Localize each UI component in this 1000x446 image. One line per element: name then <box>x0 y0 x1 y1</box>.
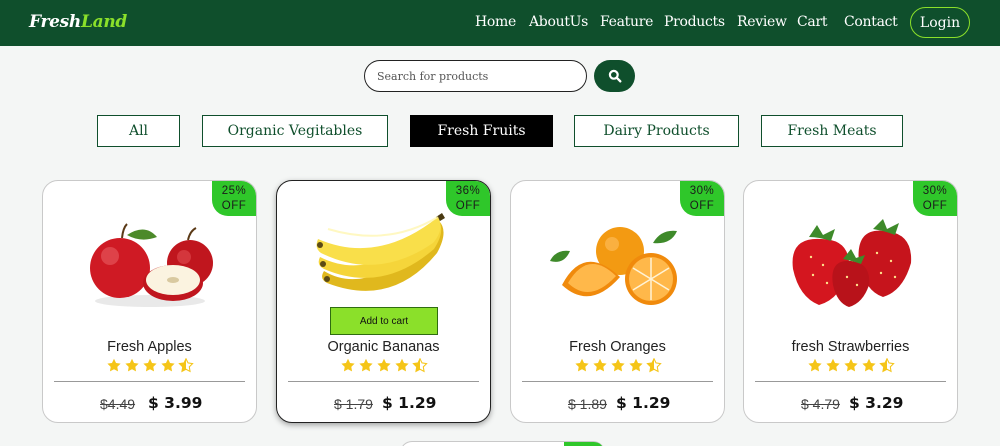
category-fresh-meats[interactable]: Fresh Meats <box>761 115 903 147</box>
product-card-oranges[interactable]: 30% OFF Fresh Oranges $ 1.89 $ 1.29 <box>510 180 725 423</box>
star-icon <box>574 358 589 372</box>
nav-link-cart[interactable]: Cart <box>797 14 827 30</box>
nav-link-aboutus[interactable]: AboutUs <box>529 14 588 30</box>
discount-badge: 25% OFF <box>212 181 256 216</box>
category-all[interactable]: All <box>97 115 180 147</box>
login-button[interactable]: Login <box>910 7 970 38</box>
old-price: $4.49 <box>100 396 136 412</box>
category-organic-vegitables[interactable]: Organic Vegitables <box>202 115 388 147</box>
product-card-apples[interactable]: 25% OFF Fresh Apples $4.49 $ 3.99 <box>42 180 257 423</box>
discount-badge <box>564 442 604 446</box>
strawberry-image <box>792 219 912 307</box>
rating-stars <box>277 358 490 373</box>
brand-word-land: Land <box>80 12 127 32</box>
star-icon <box>807 358 822 372</box>
brand-logo[interactable]: FreshLand <box>29 12 127 32</box>
search-icon <box>608 69 622 83</box>
old-price: $ 1.79 <box>334 396 373 412</box>
product-card-strawberries[interactable]: 30% OFF fresh Strawberries $ 4.79 $ 3.29 <box>743 180 958 423</box>
top-navbar: FreshLand Home AboutUs Feature Products … <box>0 0 1000 46</box>
star-icon <box>160 358 175 372</box>
search-input[interactable] <box>364 60 587 92</box>
price-divider <box>54 381 245 382</box>
product-name: fresh Strawberries <box>791 339 910 355</box>
old-price: $ 4.79 <box>801 396 840 412</box>
product-name: Organic Bananas <box>327 339 440 355</box>
star-icon <box>825 358 840 372</box>
star-icon <box>376 358 391 372</box>
nav-link-review[interactable]: Review <box>737 14 787 30</box>
rating-stars <box>744 358 957 373</box>
rating-stars <box>43 358 256 373</box>
star-icon <box>843 358 858 372</box>
new-price: $ 3.29 <box>849 394 904 412</box>
discount-badge: 30% OFF <box>680 181 724 216</box>
brand-word-fresh: Fresh <box>29 12 81 32</box>
old-price: $ 1.89 <box>568 396 607 412</box>
star-icon <box>592 358 607 372</box>
price-divider <box>522 381 713 382</box>
orange-image <box>550 227 677 305</box>
star-icon <box>106 358 121 372</box>
star-icon <box>142 358 157 372</box>
star-icon <box>394 358 409 372</box>
rating-stars <box>511 358 724 373</box>
new-price: $ 3.99 <box>148 394 203 412</box>
star-icon <box>861 358 876 372</box>
nav-link-products[interactable]: Products <box>664 14 725 30</box>
product-name: Fresh Oranges <box>569 339 666 355</box>
star-half-icon <box>878 358 895 373</box>
new-price: $ 1.29 <box>382 394 437 412</box>
nav-link-feature[interactable]: Feature <box>600 14 653 30</box>
product-name: Fresh Apples <box>107 339 192 355</box>
product-card-next-row[interactable] <box>400 441 605 446</box>
nav-link-home[interactable]: Home <box>475 14 516 30</box>
category-fresh-fruits[interactable]: Fresh Fruits <box>410 115 553 147</box>
star-icon <box>340 358 355 372</box>
price-divider <box>288 381 479 382</box>
add-to-cart-button[interactable]: Add to cart <box>330 307 438 335</box>
banana-image <box>316 213 445 291</box>
star-icon <box>124 358 139 372</box>
star-icon <box>610 358 625 372</box>
star-icon <box>358 358 373 372</box>
apple-image <box>90 223 213 307</box>
star-half-icon <box>645 358 662 373</box>
star-half-icon <box>411 358 428 373</box>
star-half-icon <box>177 358 194 373</box>
star-icon <box>628 358 643 372</box>
new-price: $ 1.29 <box>616 394 671 412</box>
search-button[interactable] <box>594 60 635 92</box>
price-divider <box>755 381 946 382</box>
discount-badge: 30% OFF <box>913 181 957 216</box>
product-card-bananas[interactable]: 36% OFF Add to cart Organic Bananas $ 1.7… <box>276 180 491 423</box>
nav-link-contact[interactable]: Contact <box>844 14 898 30</box>
category-dairy-products[interactable]: Dairy Products <box>574 115 739 147</box>
